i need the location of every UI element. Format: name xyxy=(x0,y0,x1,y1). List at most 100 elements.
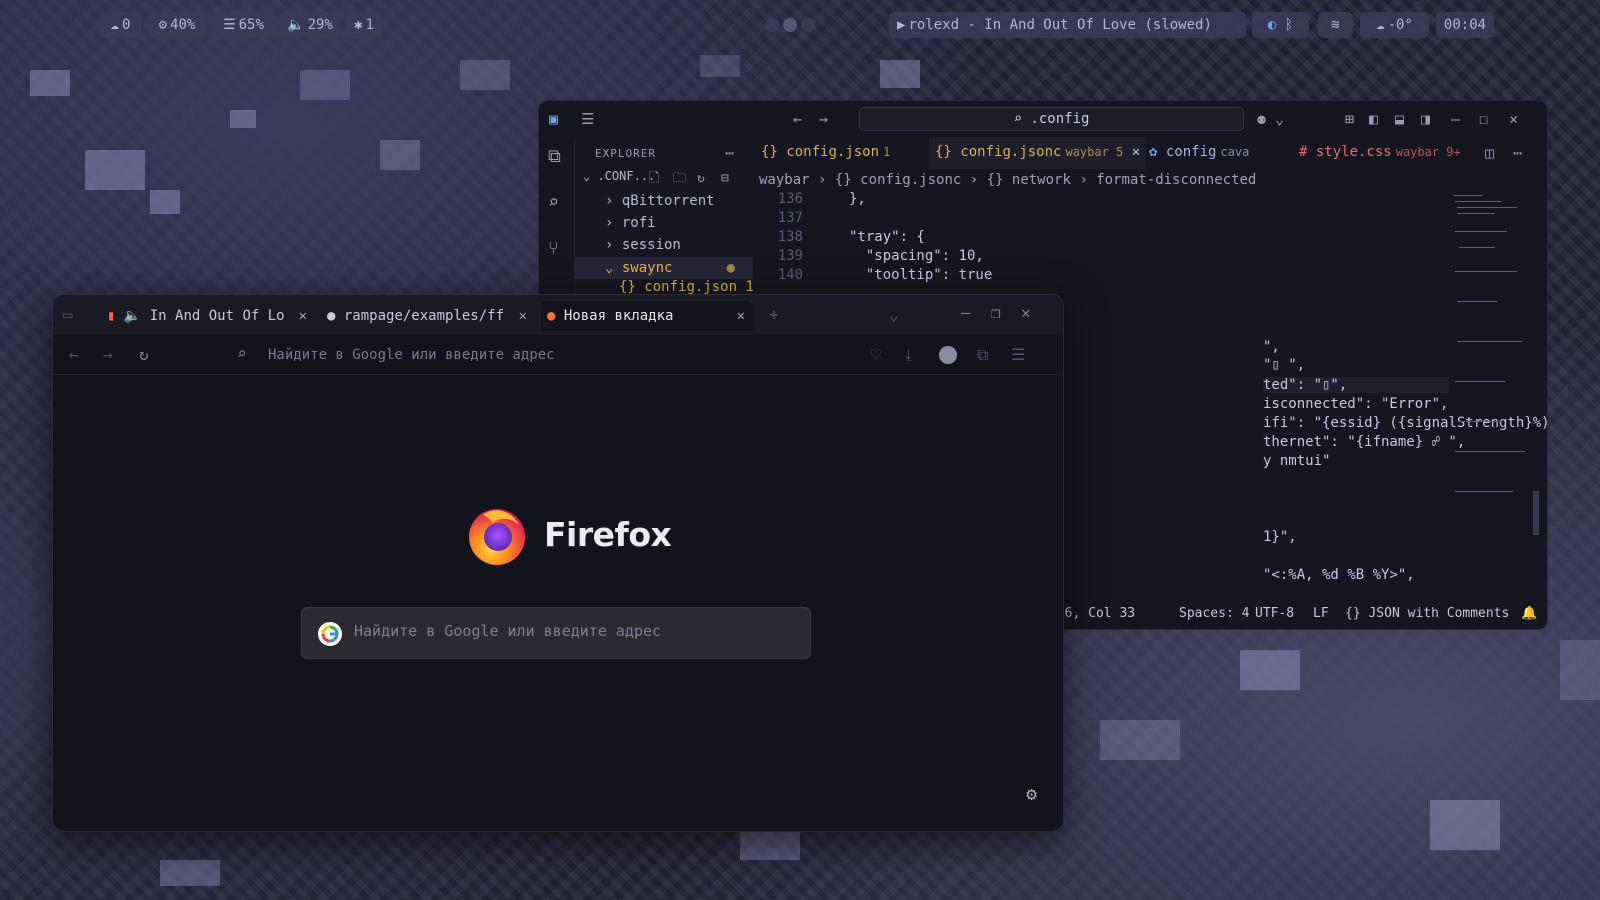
tab-config-jsonc[interactable]: {} config.jsonc waybar 5 ✕ xyxy=(929,137,1147,169)
minimize-icon[interactable]: – xyxy=(961,303,971,322)
search-view-icon[interactable]: ⌕ xyxy=(548,193,559,213)
workspace-dot-1[interactable] xyxy=(765,18,779,32)
clock[interactable]: 00:04 xyxy=(1436,12,1494,38)
tree-item-swaync[interactable]: ⌄ swaync ● xyxy=(575,257,753,279)
wifi-widget[interactable]: ≋ xyxy=(1318,12,1353,38)
files-icon[interactable]: ⧉ xyxy=(548,147,561,167)
copilot-icon[interactable]: ⚉ ⌄ xyxy=(1257,109,1284,129)
volume-widget[interactable]: 🔈 29% xyxy=(280,12,340,38)
app-menu-icon[interactable]: ☰ xyxy=(1011,345,1025,364)
more-actions-icon[interactable]: ⋯ xyxy=(725,143,734,163)
minimap[interactable] xyxy=(1449,191,1539,601)
maximize-icon[interactable]: ☐ xyxy=(1479,109,1488,129)
refresh-icon[interactable]: ↻ xyxy=(697,169,705,189)
breadcrumb-item[interactable]: {} network xyxy=(987,172,1071,188)
url-bar[interactable]: Найдите в Google или введите адрес xyxy=(268,343,555,367)
toggle-sidebar-icon[interactable]: ◧ xyxy=(1369,109,1378,129)
navigation-bar: ← → ↻ ⌕ Найдите в Google или введите адр… xyxy=(53,335,1063,375)
tray-widget[interactable]: ◐ ᛒ xyxy=(1252,12,1309,38)
code-line: "spacing": 10, xyxy=(849,248,984,264)
back-arrow-icon[interactable]: ← xyxy=(793,109,802,129)
tab-github[interactable]: ● rampage/examples/ff ✕ xyxy=(323,301,535,331)
wifi-icon: ≋ xyxy=(1331,17,1340,33)
menu-icon[interactable]: ☰ xyxy=(581,109,594,129)
extensions-icon[interactable]: ⧉ xyxy=(977,345,988,365)
bluetooth-tray-icon[interactable]: ᛒ xyxy=(1285,17,1293,33)
notifications-icon[interactable]: 🔔 xyxy=(1521,599,1537,629)
tab-close-icon[interactable]: ✕ xyxy=(737,301,745,331)
downloads-icon[interactable]: ⤓ xyxy=(905,345,912,365)
tab-style-css[interactable]: # style.css waybar 9+ xyxy=(1299,137,1461,169)
source-control-icon[interactable]: ⑂ xyxy=(548,239,559,259)
new-tab-plus-icon[interactable]: + xyxy=(769,305,779,324)
tab-close-icon[interactable]: ✕ xyxy=(1132,144,1140,160)
headphones-icon[interactable]: ◐ xyxy=(1268,17,1276,33)
play-icon: ▶ xyxy=(897,17,906,33)
line-number: 139 xyxy=(777,248,803,264)
language-mode[interactable]: {} JSON with Comments xyxy=(1345,599,1509,629)
tree-item-config-json[interactable]: {} config.json 1 xyxy=(619,279,754,295)
toggle-secondary-sidebar-icon[interactable]: ◨ xyxy=(1421,109,1430,129)
layout-icon[interactable]: ⊞ xyxy=(1345,109,1354,129)
indentation[interactable]: Spaces: 4 xyxy=(1179,599,1249,629)
vscode-titlebar: ▣ ☰ ← → ⌕ .config ⚉ ⌄ ⊞ ◧ ⬓ ◨ – ☐ ✕ xyxy=(539,101,1547,137)
restore-icon[interactable]: ❐ xyxy=(991,303,1001,322)
encoding[interactable]: UTF-8 xyxy=(1255,599,1294,629)
breadcrumb-item[interactable]: format-disconnected xyxy=(1096,172,1256,188)
account-avatar-icon[interactable] xyxy=(939,346,957,364)
media-player-widget[interactable]: ▶ rolexd - In And Out Of Love (slowed) xyxy=(889,12,1246,38)
tree-item-qbittorrent[interactable]: › qBittorrent xyxy=(605,193,715,209)
tree-item-session[interactable]: › session xyxy=(605,237,681,253)
workspace-dot-2[interactable] xyxy=(783,18,797,32)
media-title: rolexd - In And Out Of Love (slowed) xyxy=(908,17,1212,33)
breadcrumb-item[interactable]: waybar xyxy=(759,172,810,188)
toggle-panel-icon[interactable]: ⬓ xyxy=(1395,109,1404,129)
code-line-partial: isconnected": "Error", xyxy=(1263,396,1449,412)
explorer-root[interactable]: ⌄ .CONF... xyxy=(583,169,655,183)
tab-view-icon[interactable]: ▭ xyxy=(63,305,73,324)
cloud-icon: ☁ xyxy=(110,17,119,33)
cloud-widget[interactable]: ☁ 0 xyxy=(100,12,141,38)
new-file-icon[interactable]: 🗋 xyxy=(649,169,659,189)
tab-new-tab[interactable]: ● Новая вкладка ✕ xyxy=(541,301,753,331)
cpu-widget[interactable]: ⚙ 40% xyxy=(148,12,206,38)
tab-close-icon[interactable]: ✕ xyxy=(299,301,307,331)
back-icon[interactable]: ← xyxy=(69,345,79,364)
list-tabs-icon[interactable]: ⌄ xyxy=(889,305,899,324)
new-folder-icon[interactable]: 🗀 xyxy=(673,169,686,189)
scrollbar-thumb[interactable] xyxy=(1533,491,1539,535)
settings-gear-icon[interactable]: ⚙ xyxy=(1026,784,1037,805)
pocket-icon[interactable]: ♡ xyxy=(871,345,881,364)
weather-icon: ☁ xyxy=(1376,17,1385,33)
close-icon[interactable]: ✕ xyxy=(1509,109,1518,129)
command-center-search[interactable]: ⌕ .config xyxy=(859,107,1244,131)
code-line-partial: ", xyxy=(1263,339,1280,355)
memory-icon: ☰ xyxy=(223,17,236,33)
forward-icon[interactable]: → xyxy=(103,345,113,364)
minimize-icon[interactable]: – xyxy=(1451,109,1460,129)
tab-close-icon[interactable]: ✕ xyxy=(519,301,527,331)
forward-arrow-icon[interactable]: → xyxy=(819,109,828,129)
split-editor-icon[interactable]: ◫ xyxy=(1485,143,1494,163)
weather-widget[interactable]: ☁ -0° xyxy=(1360,12,1429,38)
workspace-dot-3[interactable] xyxy=(801,18,815,32)
breadcrumb: waybar › {} config.jsonc › {} network › … xyxy=(759,172,1257,188)
tab-config-json[interactable]: {} config.json 1 xyxy=(761,137,890,169)
reload-icon[interactable]: ↻ xyxy=(139,345,149,364)
breadcrumb-item[interactable]: {} config.jsonc xyxy=(835,172,961,188)
collapse-all-icon[interactable]: ⊟ xyxy=(721,169,729,189)
tree-item-rofi[interactable]: › rofi xyxy=(605,215,656,231)
bluetooth-icon: ✱ xyxy=(354,17,363,33)
tabs-more-icon[interactable]: ⋯ xyxy=(1513,143,1522,163)
close-icon[interactable]: ✕ xyxy=(1021,303,1031,322)
firefox-window: ▭ ▮ 🔈 In And Out Of Lo ✕ ● rampage/examp… xyxy=(52,294,1064,832)
tab-config-cava[interactable]: ✿ config cava xyxy=(1149,137,1249,169)
github-icon: ● xyxy=(327,308,336,324)
memory-widget[interactable]: ☰ 65% xyxy=(213,12,274,38)
gear-file-icon: ✿ xyxy=(1149,144,1158,160)
bluetooth-widget[interactable]: ✱ 1 xyxy=(346,12,382,38)
newtab-search-box[interactable]: Найдите в Google или введите адрес xyxy=(301,607,811,659)
line-ending[interactable]: LF xyxy=(1313,599,1329,629)
tab-soundcloud[interactable]: ▮ 🔈 In And Out Of Lo ✕ xyxy=(103,301,315,331)
line-number: 138 xyxy=(777,229,803,245)
